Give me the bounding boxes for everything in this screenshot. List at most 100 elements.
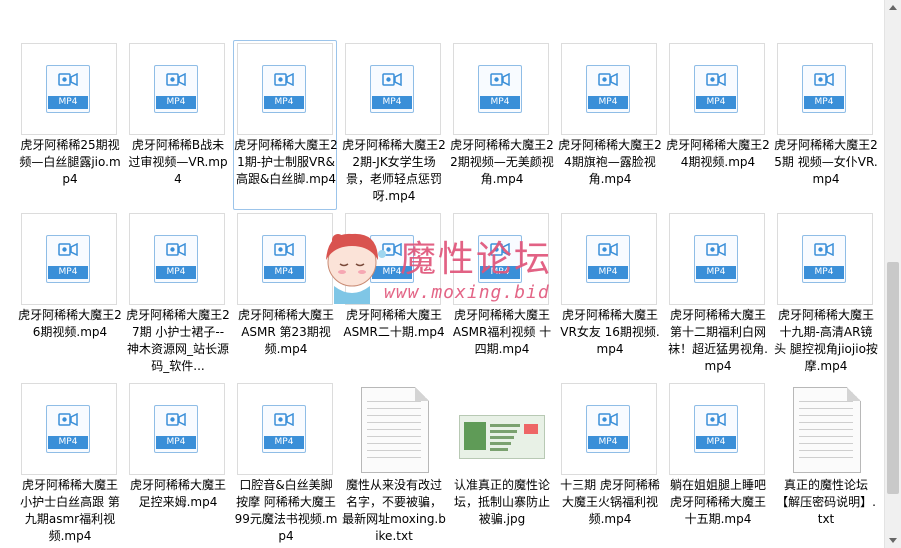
text-file-icon — [361, 387, 429, 473]
file-type-tag: MP4 — [480, 266, 520, 279]
file-name: 虎牙阿稀稀大魔王足控来姆.mp4 — [129, 478, 226, 509]
file-item[interactable]: MP4 虎牙阿稀稀大魔王ASMR二十期.mp4 — [341, 210, 445, 380]
scroll-up-arrow-icon[interactable] — [889, 5, 897, 10]
file-item[interactable]: MP4 虎牙阿稀稀大魔王26期视频.mp4 — [17, 210, 122, 380]
video-file-icon: MP4 — [694, 65, 738, 113]
file-type-tag: MP4 — [588, 436, 628, 449]
video-file-icon: MP4 — [802, 235, 846, 283]
file-type-tag: MP4 — [696, 96, 736, 109]
file-thumbnail: MP4 — [777, 213, 873, 305]
file-name: 虎牙阿稀稀大魔王26期视频.mp4 — [18, 308, 122, 339]
video-file-icon: MP4 — [478, 235, 522, 283]
file-thumbnail: MP4 — [669, 383, 765, 475]
file-thumbnail: MP4 — [561, 43, 657, 135]
file-type-tag: MP4 — [48, 266, 88, 279]
file-name: 真正的魔性论坛【解压密码说明】.txt — [776, 478, 876, 526]
video-file-icon: MP4 — [46, 235, 90, 283]
file-item[interactable]: MP4 虎牙阿稀稀大魔王24期视频.mp4 — [665, 40, 770, 210]
file-item[interactable]: MP4 虎牙阿稀稀大魔王27期 小护士裙子--神木资源网_站长源码_软件... — [125, 210, 230, 380]
video-file-icon: MP4 — [586, 405, 630, 453]
file-name: 虎牙阿稀稀大魔王24期视频.mp4 — [666, 138, 770, 169]
file-item[interactable]: MP4 虎牙阿稀稀大魔王ASMR福利视频 十四期.mp4 — [449, 210, 553, 380]
video-file-icon: MP4 — [154, 235, 198, 283]
video-file-icon: MP4 — [370, 65, 414, 113]
file-thumbnail: MP4 — [345, 213, 441, 305]
file-item[interactable]: MP4 虎牙阿稀稀大魔王ASMR 第23期视频.mp4 — [233, 210, 337, 380]
file-thumbnail: MP4 — [453, 43, 549, 135]
file-thumbnail: MP4 — [669, 213, 765, 305]
file-type-tag: MP4 — [264, 96, 304, 109]
scroll-thumb[interactable] — [887, 262, 899, 494]
file-type-tag: MP4 — [264, 266, 304, 279]
file-item[interactable]: MP4 虎牙阿稀稀大魔王22期视频—无美颜视角.mp4 — [449, 40, 554, 210]
file-type-tag: MP4 — [696, 436, 736, 449]
video-file-icon: MP4 — [586, 65, 630, 113]
file-type-tag: MP4 — [372, 96, 412, 109]
file-name: 虎牙阿稀稀大魔王第十二期福利白网袜！超近猛男视角.mp4 — [668, 308, 768, 373]
file-name: 虎牙阿稀稀大魔王24期旗袍—露脸视角.mp4 — [558, 138, 662, 186]
file-item[interactable]: MP4 虎牙阿稀稀大魔王22期-JK女学生场景，老师轻点惩罚呀.mp4 — [341, 40, 446, 210]
file-type-tag: MP4 — [696, 266, 736, 279]
file-item[interactable]: MP4 虎牙阿稀稀大魔王24期旗袍—露脸视角.mp4 — [557, 40, 662, 210]
file-name: 虎牙阿稀稀大魔王ASMR福利视频 十四期.mp4 — [452, 308, 552, 356]
file-item[interactable]: MP4 虎牙阿稀稀25期视频—白丝腿露jio.mp4 — [17, 40, 121, 210]
file-item[interactable]: MP4 十三期 虎牙阿稀稀大魔王火锅福利视频.mp4 — [557, 380, 661, 548]
file-item[interactable]: MP4 虎牙阿稀稀大魔王十九期-高清AR镜头 腿控视角jiojio按摩.mp4 — [773, 210, 878, 380]
file-thumbnail: MP4 — [129, 213, 225, 305]
file-name: 魔性从来没有改过名字，不要被骗，最新网址moxing.bike.txt — [342, 478, 446, 543]
scroll-down-arrow-icon[interactable] — [889, 538, 897, 543]
file-type-tag: MP4 — [156, 266, 196, 279]
file-thumbnail: MP4 — [237, 43, 333, 135]
video-file-icon: MP4 — [46, 65, 90, 113]
file-item[interactable]: MP4 口腔音&白丝美脚按摩 阿稀稀大魔王99元魔法书视频.mp4 — [233, 380, 337, 548]
file-name: 虎牙阿稀稀25期视频—白丝腿露jio.mp4 — [19, 138, 121, 186]
file-type-tag: MP4 — [588, 96, 628, 109]
file-item[interactable]: MP4 虎牙阿稀稀大魔王21期-护士制服VR&高跟&白丝脚.mp4 — [233, 40, 338, 210]
file-thumbnail: MP4 — [777, 43, 873, 135]
video-file-icon: MP4 — [154, 65, 198, 113]
video-file-icon: MP4 — [46, 405, 90, 453]
vertical-scrollbar[interactable] — [884, 0, 901, 548]
file-item[interactable]: MP4 躺在姐姐腿上睡吧 虎牙阿稀稀大魔王十五期.mp4 — [665, 380, 769, 548]
file-item[interactable]: MP4 虎牙阿稀稀B战未过审视频—VR.mp4 — [125, 40, 229, 210]
file-name: 虎牙阿稀稀大魔王ASMR二十期.mp4 — [343, 308, 445, 339]
file-item[interactable]: 魔性从来没有改过名字，不要被骗，最新网址moxing.bike.txt — [341, 380, 446, 548]
text-file-icon — [793, 387, 861, 473]
file-item[interactable]: 认准真正的魔性论坛，抵制山寨防止被骗.jpg — [449, 380, 553, 548]
file-thumbnail: MP4 — [669, 43, 765, 135]
file-type-tag: MP4 — [804, 266, 844, 279]
file-type-tag: MP4 — [264, 436, 304, 449]
file-item[interactable]: MP4 虎牙阿稀稀大魔王小护士白丝高跟 第九期asmr福利视频.mp4 — [17, 380, 121, 548]
file-name: 虎牙阿稀稀大魔王22期视频—无美颜视角.mp4 — [450, 138, 554, 186]
video-file-icon: MP4 — [262, 235, 306, 283]
file-name: 虎牙阿稀稀大魔王ASMR 第23期视频.mp4 — [237, 308, 334, 356]
file-type-tag: MP4 — [156, 436, 196, 449]
video-file-icon: MP4 — [154, 405, 198, 453]
file-item[interactable]: MP4 虎牙阿稀稀大魔王第十二期福利白网袜！超近猛男视角.mp4 — [665, 210, 769, 380]
file-item[interactable]: MP4 虎牙阿稀稀大魔王VR女友 16期视频.mp4 — [557, 210, 661, 380]
video-file-icon: MP4 — [262, 65, 306, 113]
file-name: 虎牙阿稀稀大魔王VR女友 16期视频.mp4 — [560, 308, 660, 356]
file-thumbnail: MP4 — [561, 213, 657, 305]
file-thumbnail — [453, 383, 549, 475]
file-name: 虎牙阿稀稀大魔王小护士白丝高跟 第九期asmr福利视频.mp4 — [20, 478, 120, 543]
file-thumbnail: MP4 — [21, 213, 117, 305]
file-item[interactable]: MP4 虎牙阿稀稀大魔王足控来姆.mp4 — [125, 380, 229, 548]
file-name: 十三期 虎牙阿稀稀大魔王火锅福利视频.mp4 — [560, 478, 660, 526]
file-name: 虎牙阿稀稀大魔王25期 视频—女仆VR.mp4 — [774, 138, 878, 186]
file-name: 认准真正的魔性论坛，抵制山寨防止被骗.jpg — [453, 478, 550, 526]
video-file-icon: MP4 — [478, 65, 522, 113]
file-thumbnail: MP4 — [21, 43, 117, 135]
file-item[interactable]: MP4 虎牙阿稀稀大魔王25期 视频—女仆VR.mp4 — [773, 40, 878, 210]
video-file-icon: MP4 — [694, 405, 738, 453]
file-thumbnail — [345, 383, 441, 475]
file-name: 口腔音&白丝美脚按摩 阿稀稀大魔王99元魔法书视频.mp4 — [234, 478, 338, 543]
video-file-icon: MP4 — [586, 235, 630, 283]
file-item[interactable]: 真正的魔性论坛【解压密码说明】.txt — [773, 380, 877, 548]
file-thumbnail — [777, 383, 873, 475]
file-thumbnail: MP4 — [453, 213, 549, 305]
file-thumbnail: MP4 — [561, 383, 657, 475]
file-type-tag: MP4 — [588, 266, 628, 279]
file-thumbnail: MP4 — [345, 43, 441, 135]
video-file-icon: MP4 — [370, 235, 414, 283]
